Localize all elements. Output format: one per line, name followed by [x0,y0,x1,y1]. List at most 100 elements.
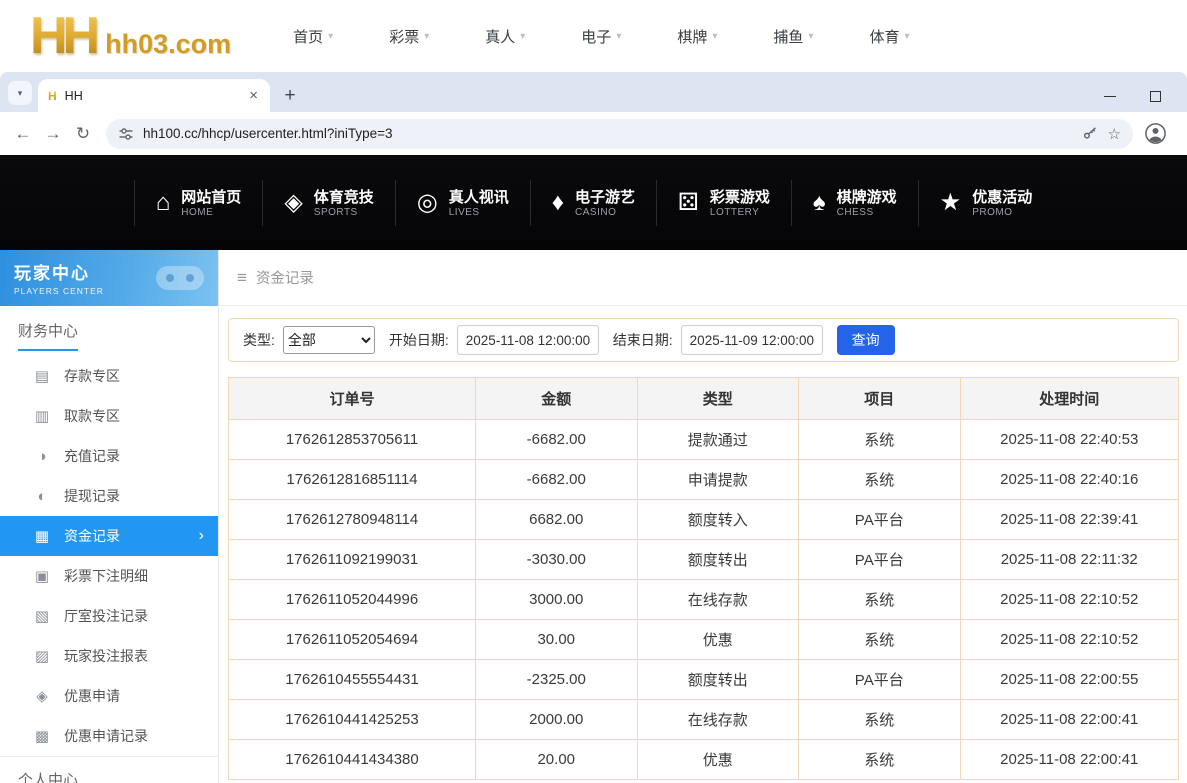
url-text: hh100.cc/hhcp/usercenter.html?iniType=3 [143,126,1073,141]
top-nav-item[interactable]: 捕鱼 ▾ [773,26,813,47]
sidebar-item-label: 取款专区 [64,406,120,426]
sidebar-item-recharge-record[interactable]: ◑ 充值记录 › [0,436,218,476]
forward-button[interactable]: → [38,119,68,149]
project-cell: PA平台 [799,500,961,540]
sidebar-item-lottery-bet-detail[interactable]: ▣ 彩票下注明细 › [0,556,218,596]
top-nav-item-label: 真人 [485,26,515,47]
recharge-record-icon: ◑ [34,448,50,465]
reload-button[interactable]: ↻ [68,119,98,149]
top-nav-item-label: 电子 [581,26,611,47]
top-nav-item-label: 棋牌 [677,26,707,47]
top-nav-item-label: 体育 [869,26,899,47]
sidebar-item-withdraw-record[interactable]: ◐ 提现记录 › [0,476,218,516]
breadcrumb-title: 资金记录 [256,267,314,288]
site-logo[interactable]: HH hh03.com [30,6,231,66]
start-date-input[interactable] [457,325,599,355]
end-date-input[interactable] [681,325,823,355]
back-button[interactable]: ← [8,119,38,149]
bookmark-star-icon[interactable]: ☆ [1108,125,1121,143]
logo-hh-text: HH [30,6,105,66]
sidebar-item-label: 存款专区 [64,366,120,386]
top-nav-item[interactable]: 首页 ▾ [293,26,333,47]
main-nav-item[interactable]: ◎ 真人视讯 LIVES [395,180,530,226]
project-cell: 系统 [799,620,961,660]
top-nav-item[interactable]: 电子 ▾ [581,26,621,47]
main-nav-title: 彩票游戏 [710,188,770,207]
hamburger-icon[interactable]: ≡ [237,268,247,288]
main-nav-item[interactable]: ◈ 体育竞技 SPORTS [262,180,394,226]
finance-section-label: 财务中心 [0,306,218,356]
browser-tab[interactable]: H HH × [38,79,270,112]
top-nav-item[interactable]: 彩票 ▾ [389,26,429,47]
main-nav-item[interactable]: ♦ 电子游艺 CASINO [530,180,656,226]
sidebar-item-player-bet-report[interactable]: ▨ 玩家投注报表 › [0,636,218,676]
main-nav-subtitle: CASINO [575,207,635,218]
close-tab-icon[interactable]: × [247,87,260,104]
sidebar-item-label: 优惠申请记录 [64,726,148,746]
table-row: 1762612853705611 -6682.00 提款通过 系统 2025-1… [229,420,1179,460]
main-content: ≡ 资金记录 类型: 全部 开始日期: 结束日期: 查询 订单号 [219,250,1187,783]
sidebar-item-withdraw-zone[interactable]: ▥ 取款专区 › [0,396,218,436]
project-cell: 系统 [799,700,961,740]
amount-cell: 2000.00 [476,700,638,740]
project-cell: 系统 [799,580,961,620]
amount-cell: -3030.00 [476,540,638,580]
project-cell: 系统 [799,460,961,500]
order-id-cell: 1762610441425253 [229,700,476,740]
amount-cell: -2325.00 [476,660,638,700]
funds-record-table: 订单号 金额 类型 项目 处理时间 1762612853705611 [228,377,1179,780]
sidebar-item-deposit-zone[interactable]: ▤ 存款专区 › [0,356,218,396]
gamepad-icon [150,260,210,296]
main-nav-title: 真人视讯 [449,188,509,207]
main-nav-title: 体育竞技 [314,188,374,207]
table-row: 1762611092199031 -3030.00 额度转出 PA平台 2025… [229,540,1179,580]
password-key-icon[interactable] [1082,125,1099,142]
project-cell: 系统 [799,740,961,780]
main-nav-item[interactable]: ★ 优惠活动 PROMO [918,180,1054,226]
promo-icon: ★ [940,188,962,217]
main-nav-item[interactable]: ♠ 棋牌游戏 CHESS [791,180,918,226]
sidebar-item-funds-record[interactable]: ▦ 资金记录 › [0,516,218,556]
maximize-button[interactable] [1150,91,1161,102]
address-bar[interactable]: hh100.cc/hhcp/usercenter.html?iniType=3 … [106,119,1133,149]
sidebar-item-label: 玩家投注报表 [64,646,148,666]
main-nav-item[interactable]: ⌂ 网站首页 HOME [134,180,263,226]
sidebar-item-promo-apply-record[interactable]: ▩ 优惠申请记录 › [0,716,218,756]
site-info-tune-icon[interactable] [118,126,134,142]
type-cell: 额度转出 [637,660,799,700]
main-nav-subtitle: HOME [181,207,241,218]
time-cell: 2025-11-08 22:10:52 [960,580,1179,620]
top-nav-item[interactable]: 真人 ▾ [485,26,525,47]
time-cell: 2025-11-08 22:40:16 [960,460,1179,500]
table-row: 1762612816851114 -6682.00 申请提款 系统 2025-1… [229,460,1179,500]
table-row: 1762611052054694 30.00 优惠 系统 2025-11-08 … [229,620,1179,660]
sidebar-item-room-bet-record[interactable]: ▧ 厅室投注记录 › [0,596,218,636]
order-id-cell: 1762612780948114 [229,500,476,540]
main-nav-item[interactable]: ⚄ 彩票游戏 LOTTERY [656,180,791,226]
table-header-cell: 处理时间 [960,378,1179,420]
deposit-icon: ▤ [34,367,50,385]
top-nav-item[interactable]: 棋牌 ▾ [677,26,717,47]
type-cell: 申请提款 [637,460,799,500]
time-cell: 2025-11-08 22:11:32 [960,540,1179,580]
casino-icon: ♦ [552,189,564,217]
home-icon: ⌂ [156,189,171,217]
site-header: HH hh03.com 首页 ▾ 彩票 ▾ 真人 ▾ 电子 ▾ [0,0,1187,72]
sidebar-item-promo-apply[interactable]: ◈ 优惠申请 › [0,676,218,716]
amount-cell: 20.00 [476,740,638,780]
top-nav-item[interactable]: 体育 ▾ [869,26,909,47]
sidebar-item-label: 彩票下注明细 [64,566,148,586]
search-button[interactable]: 查询 [837,325,895,355]
tab-search-button[interactable]: ▾ [8,81,32,105]
amount-cell: -6682.00 [476,460,638,500]
minimize-button[interactable] [1104,96,1116,97]
profile-avatar-icon[interactable] [1141,120,1169,148]
chevron-down-icon: ▾ [904,31,909,42]
new-tab-button[interactable]: + [276,82,304,110]
sidebar: 玩家中心 PLAYERS CENTER 财务中心 ▤ 存款专区 › ▥ [0,250,219,783]
main-nav-title: 优惠活动 [972,188,1032,207]
table-row: 1762612780948114 6682.00 额度转入 PA平台 2025-… [229,500,1179,540]
promo-record-icon: ▩ [34,727,50,745]
type-select[interactable]: 全部 [283,326,375,354]
withdraw-record-icon: ◐ [34,488,50,505]
